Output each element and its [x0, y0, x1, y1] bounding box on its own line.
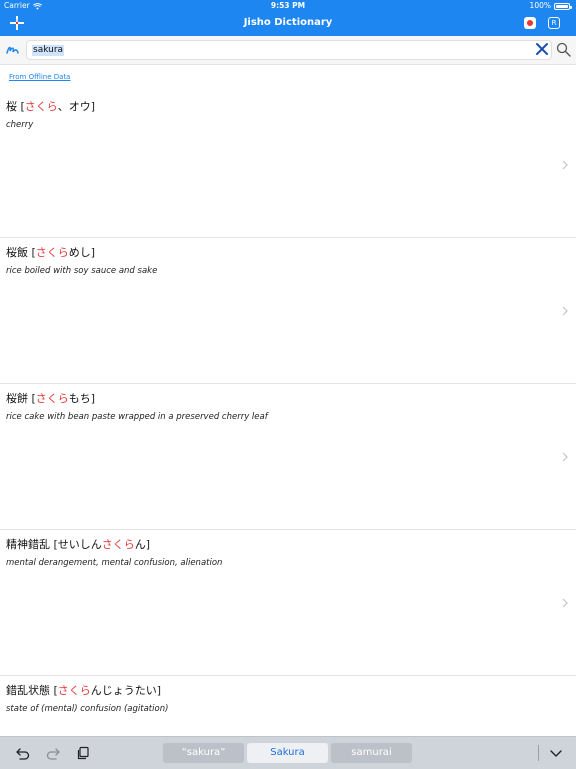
search-input[interactable]: sakura [26, 40, 552, 60]
status-time: 9:53 PM [270, 1, 306, 10]
entry-kanji: 桜飯 [6, 246, 28, 259]
keyboard-toolbar: “sakura” Sakura samurai [0, 736, 576, 769]
close-icon[interactable] [535, 42, 549, 56]
suggestion-primary[interactable]: Sakura [247, 743, 328, 763]
page-title: Jisho Dictionary [243, 17, 333, 28]
reading-suffix: めし [68, 246, 91, 259]
battery-icon [554, 2, 572, 10]
chevron-right-icon [562, 598, 568, 608]
bracket-close: ] [156, 684, 162, 697]
entry-kanji: 桜 [6, 100, 17, 113]
entry-definition: rice cake with bean paste wrapped in a p… [6, 412, 268, 422]
battery-indicator: 100% [529, 0, 572, 12]
entry-heading: 桜飯 [さくらめし] [6, 244, 95, 260]
record-button[interactable] [524, 17, 536, 29]
bracket-close: ] [145, 538, 151, 551]
offline-data-link[interactable]: From Offline Data [9, 73, 70, 81]
chevron-down-icon[interactable] [549, 746, 563, 760]
search-bar: sakura [0, 36, 576, 65]
top-bar: Carrier 9:53 PM 100% Jisho Dictionary R [0, 0, 576, 36]
entry-heading: 桜 [さくら、オウ] [6, 98, 95, 114]
reading-highlight: さくら [101, 538, 135, 551]
entry-heading: 精神錯乱 [せいしんさくらん] [6, 536, 150, 552]
entry-kanji: 精神錯乱 [6, 538, 50, 551]
search-icon[interactable] [556, 42, 571, 57]
reading-suffix: ん [134, 538, 146, 551]
suggestion-alternate[interactable]: samurai [331, 743, 412, 763]
reading-suffix: もち [68, 392, 91, 405]
reading-highlight: さくら [35, 392, 69, 405]
list-item[interactable]: 桜餅 [さくらもち] rice cake with bean paste wra… [0, 384, 576, 530]
record-icon [527, 20, 533, 26]
search-value: sakura [32, 45, 65, 56]
reading-highlight: さくら [35, 246, 69, 259]
handwriting-icon[interactable] [6, 44, 20, 56]
r-button[interactable]: R [548, 17, 560, 29]
bracket-close: ] [90, 100, 96, 113]
entry-heading: 錯乱状態 [さくらんじょうたい] [6, 682, 161, 698]
list-item[interactable]: 桜飯 [さくらめし] rice boiled with soy sauce an… [0, 238, 576, 384]
reading-suffix: んじょうたい [90, 684, 157, 697]
list-item[interactable]: 精神錯乱 [せいしんさくらん] mental derangement, ment… [0, 530, 576, 676]
entry-heading: 桜餅 [さくらもち] [6, 390, 95, 406]
entry-kanji: 錯乱状態 [6, 684, 50, 697]
toolbar-divider [538, 745, 539, 761]
bracket-close: ] [90, 392, 96, 405]
status-bar: Carrier 9:53 PM 100% [0, 0, 576, 12]
bracket-close: ] [90, 246, 96, 259]
list-item[interactable]: 錯乱状態 [さくらんじょうたい] state of (mental) confu… [0, 676, 576, 736]
paste-icon[interactable] [76, 746, 90, 760]
battery-percent: 100% [529, 1, 551, 10]
entry-definition: state of (mental) confusion (agitation) [6, 704, 169, 714]
chevron-right-icon [562, 452, 568, 462]
reading-prefix: せいしん [57, 538, 102, 551]
entry-definition: rice boiled with soy sauce and sake [6, 266, 158, 276]
redo-icon[interactable] [46, 746, 60, 760]
reading-highlight: さくら [24, 100, 58, 113]
entry-definition: mental derangement, mental confusion, al… [6, 558, 223, 568]
chevron-right-icon [562, 306, 568, 316]
list-item[interactable]: 桜 [さくら、オウ] cherry [0, 92, 576, 238]
reading-suffix: 、オウ [57, 100, 91, 113]
entry-definition: cherry [6, 120, 34, 130]
chevron-right-icon [562, 160, 568, 170]
undo-icon[interactable] [16, 746, 30, 760]
entry-kanji: 桜餅 [6, 392, 28, 405]
reading-highlight: さくら [57, 684, 91, 697]
suggestion-quoted[interactable]: “sakura” [163, 743, 244, 763]
